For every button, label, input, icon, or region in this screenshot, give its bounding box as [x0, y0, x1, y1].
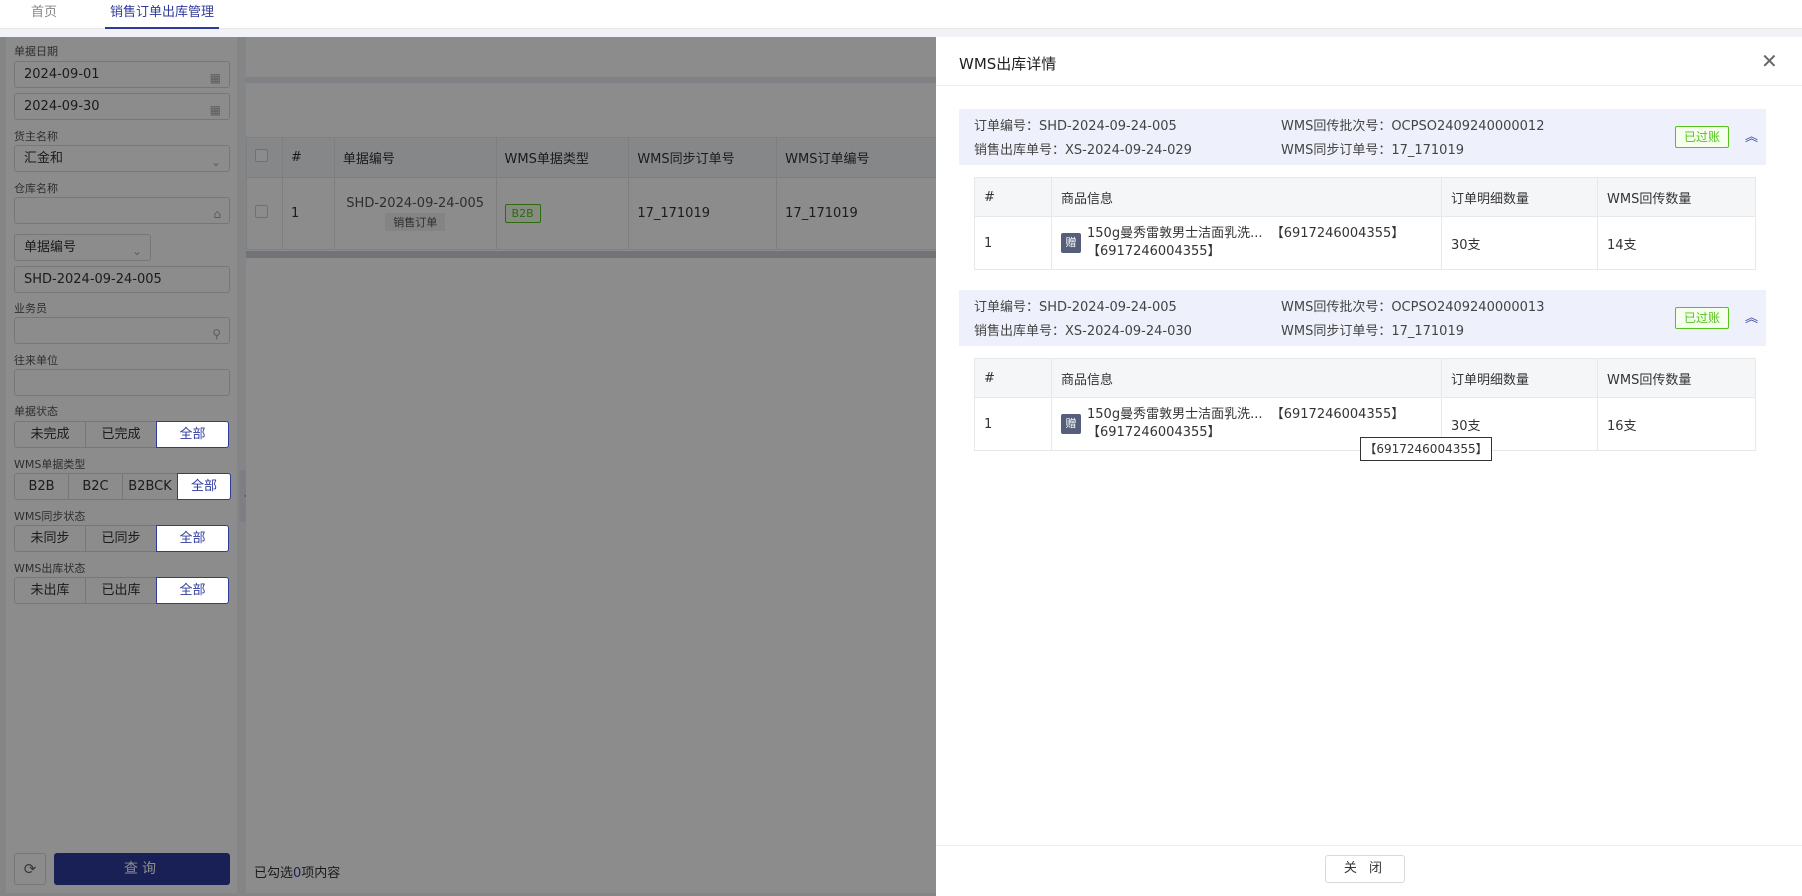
row-index: 1	[974, 397, 1052, 451]
order-number: 订单编号：SHD-2024-09-24-005	[974, 119, 1177, 134]
close-icon[interactable]: ✕	[1761, 49, 1778, 73]
batch-number: WMS回传批次号：OCPSO2409240000012	[1281, 119, 1545, 134]
product-code: 【6917246004355】	[1270, 407, 1405, 422]
outbound-number: 销售出库单号：XS-2024-09-24-030	[974, 324, 1192, 339]
gift-icon: 赠	[1061, 414, 1081, 434]
status-badge: 已过账	[1675, 307, 1729, 329]
close-button[interactable]: 关 闭	[1325, 855, 1405, 883]
wms-out-all[interactable]: 全部	[156, 577, 229, 604]
outbound-group-header: 订单编号：SHD-2024-09-24-005 WMS回传批次号：OCPSO24…	[959, 109, 1766, 165]
col-index: #	[974, 177, 1052, 217]
product-barcode: 【6917246004355】	[1087, 425, 1221, 440]
divider	[936, 845, 1802, 846]
batch-number: WMS回传批次号：OCPSO2409240000013	[1281, 300, 1545, 315]
wms-detail-drawer: WMS出库详情 ✕ 订单编号：SHD-2024-09-24-005 WMS回传批…	[936, 37, 1802, 896]
col-wms-qty: WMS回传数量	[1597, 358, 1756, 398]
product-code: 【6917246004355】	[1270, 226, 1405, 241]
outbound-group-header: 订单编号：SHD-2024-09-24-005 WMS回传批次号：OCPSO24…	[959, 290, 1766, 346]
order-number: 订单编号：SHD-2024-09-24-005	[974, 300, 1177, 315]
sync-order-number: WMS同步订单号：17_171019	[1281, 143, 1464, 158]
col-product-info: 商品信息	[1051, 358, 1442, 398]
sync-order-number: WMS同步订单号：17_171019	[1281, 324, 1464, 339]
detail-table: # 商品信息 订单明细数量 WMS回传数量 1 赠 150g曼秀雷敦男士洁面乳洗…	[974, 177, 1756, 270]
wms-type-all[interactable]: 全部	[177, 473, 231, 500]
status-badge: 已过账	[1675, 126, 1729, 148]
order-qty: 30支	[1441, 216, 1598, 270]
wms-qty: 16支	[1597, 397, 1756, 451]
col-wms-qty: WMS回传数量	[1597, 177, 1756, 217]
collapse-up-icon[interactable]: ︽	[1745, 307, 1758, 326]
product-info-cell: 赠 150g曼秀雷敦男士洁面乳洗... 【6917246004355】 【691…	[1051, 216, 1442, 270]
gift-icon: 赠	[1061, 233, 1081, 253]
modal-overlay[interactable]	[0, 37, 936, 896]
product-name[interactable]: 150g曼秀雷敦男士洁面乳洗...	[1087, 226, 1262, 241]
top-tab-bar: 首页 销售订单出库管理	[0, 0, 1802, 29]
col-index: #	[974, 358, 1052, 398]
doc-status-all[interactable]: 全部	[156, 421, 229, 448]
wms-sync-all[interactable]: 全部	[156, 525, 229, 552]
row-index: 1	[974, 216, 1052, 270]
drawer-title: WMS出库详情	[959, 55, 1057, 73]
outbound-number: 销售出库单号：XS-2024-09-24-029	[974, 143, 1192, 158]
table-row: 1 赠 150g曼秀雷敦男士洁面乳洗... 【6917246004355】 【6…	[974, 216, 1756, 270]
tab-sales-outbound[interactable]: 销售订单出库管理	[105, 0, 219, 29]
product-barcode: 【6917246004355】	[1087, 244, 1221, 259]
wms-qty: 14支	[1597, 216, 1756, 270]
collapse-up-icon[interactable]: ︽	[1745, 126, 1758, 145]
col-product-info: 商品信息	[1051, 177, 1442, 217]
col-order-qty: 订单明细数量	[1441, 177, 1598, 217]
barcode-tooltip: 【6917246004355】	[1360, 437, 1492, 461]
tab-home[interactable]: 首页	[24, 0, 64, 29]
divider	[936, 85, 1802, 86]
product-name[interactable]: 150g曼秀雷敦男士洁面乳洗...	[1087, 407, 1262, 422]
col-order-qty: 订单明细数量	[1441, 358, 1598, 398]
